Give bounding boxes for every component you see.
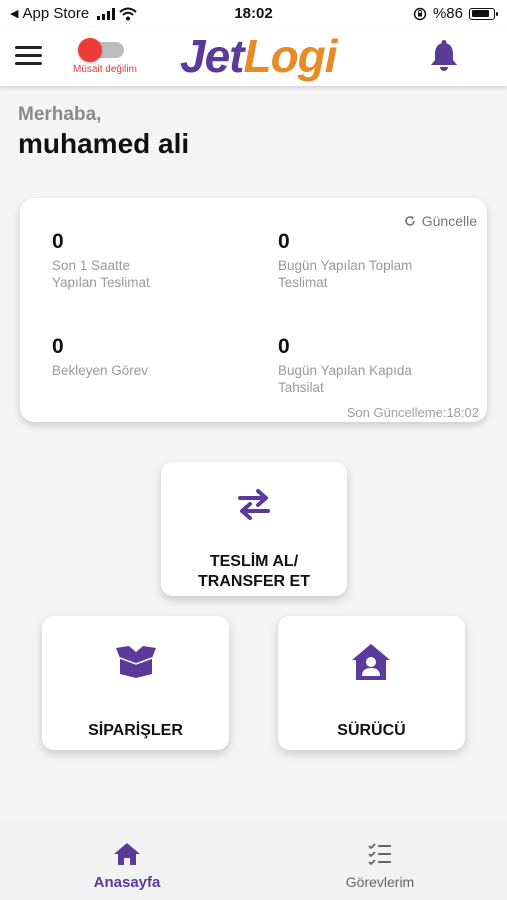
refresh-icon (405, 216, 415, 226)
availability-label: Müsait değilim (73, 64, 137, 75)
stat-label: Son 1 Saatte Yapılan Teslimat (52, 258, 150, 290)
swap-arrows-icon (238, 489, 270, 520)
transfer-button[interactable]: TESLİM AL/ TRANSFER ET (161, 462, 347, 596)
status-right: %86 (413, 5, 498, 22)
stat-pending-tasks: 0 Bekleyen Görev (52, 334, 252, 379)
battery-percent: %86 (432, 5, 463, 22)
logo-part2: Logi (243, 30, 337, 82)
nav-tasks-label: Görevlerim (345, 874, 415, 890)
stat-label: Bugün Yapılan Kapıda Tahsilat (278, 363, 412, 395)
nav-home[interactable]: Anasayfa (62, 842, 192, 891)
greeting-username: muhamed ali (18, 128, 190, 159)
bottom-navigation: Anasayfa Görevlerim (0, 822, 507, 900)
stat-value: 0 (52, 230, 64, 253)
orders-label: SİPARİŞLER (88, 722, 183, 739)
driver-button[interactable]: SÜRÜCÜ (278, 616, 465, 750)
nav-tasks[interactable]: Görevlerim (315, 842, 445, 890)
transfer-label: TESLİM AL/ TRANSFER ET (198, 553, 310, 590)
rotation-lock-icon (413, 7, 427, 20)
stat-label: Bugün Yapılan Toplam Teslimat (278, 258, 413, 290)
last-update-text: Son Güncelleme:18:02 (346, 405, 479, 420)
logo-part1: Jet (180, 30, 244, 82)
jetlogi-logo: JetLogi (180, 28, 338, 84)
app-header: Müsait değilim JetLogi (0, 28, 507, 86)
stat-value: 0 (278, 230, 290, 253)
refresh-label: Güncelle (421, 213, 477, 229)
stat-value: 0 (52, 335, 64, 358)
stat-today-total-deliveries: 0 Bugün Yapılan Toplam Teslimat (278, 229, 478, 291)
open-box-icon (116, 646, 156, 678)
house-user-icon (352, 644, 390, 680)
checklist-icon (368, 843, 391, 866)
refresh-button[interactable]: Güncelle (404, 213, 477, 229)
battery-icon (469, 7, 498, 20)
stat-value: 0 (278, 335, 290, 358)
stat-last-hour-deliveries: 0 Son 1 Saatte Yapılan Teslimat (52, 229, 252, 291)
status-bar: ◀ App Store 18:02 %86 (0, 0, 507, 28)
bell-icon[interactable] (426, 38, 462, 74)
driver-label: SÜRÜCÜ (337, 722, 406, 739)
stat-label: Bekleyen Görev (52, 363, 149, 378)
availability-toggle[interactable] (78, 38, 126, 62)
stats-card: Güncelle 0 Son 1 Saatte Yapılan Teslimat… (20, 198, 487, 422)
home-icon (114, 843, 140, 865)
stat-today-cod-collection: 0 Bugün Yapılan Kapıda Tahsilat (278, 334, 478, 396)
nav-home-label: Anasayfa (93, 874, 161, 891)
hamburger-menu-icon[interactable] (15, 46, 42, 66)
greeting-hello: Merhaba, (18, 104, 102, 125)
orders-button[interactable]: SİPARİŞLER (42, 616, 229, 750)
